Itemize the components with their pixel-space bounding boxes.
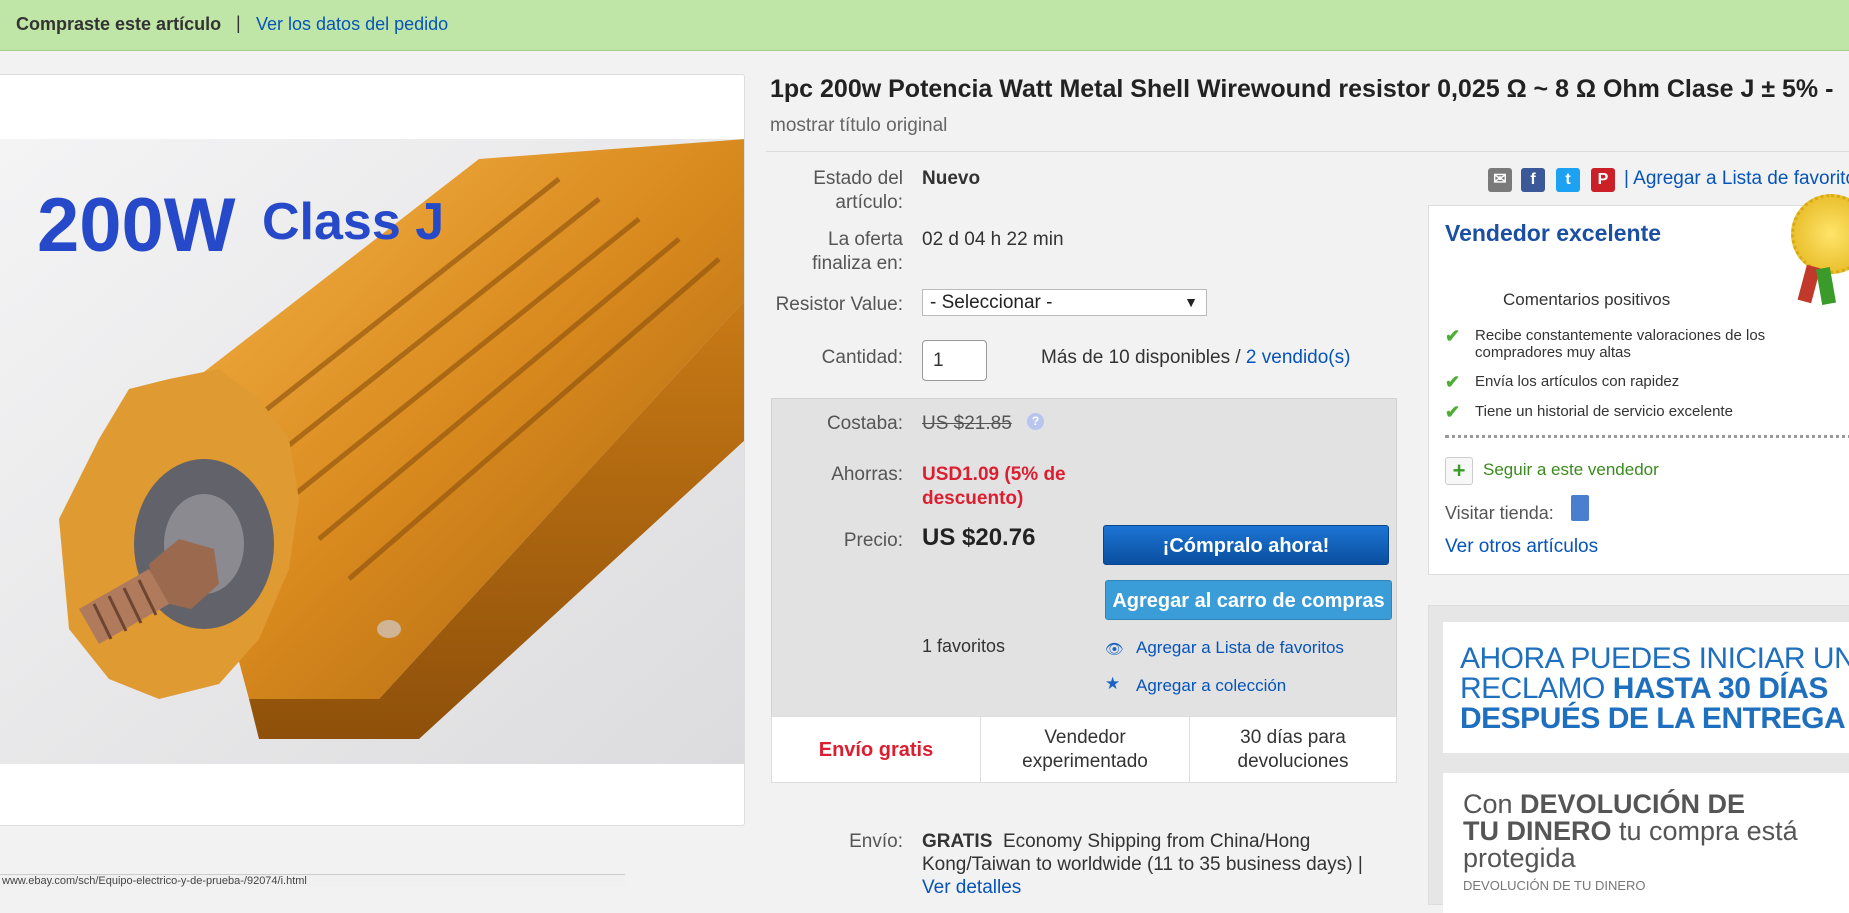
seller-bullet-3: Tiene un historial de servicio excelente [1475, 403, 1733, 420]
was-price-label: Costaba: [826, 413, 903, 434]
savings-label: Ahorras: [831, 464, 903, 485]
separator: | [236, 13, 241, 33]
status-bar-url: www.ebay.com/sch/Equipo-electrico-y-de-p… [0, 874, 625, 887]
add-to-cart-button[interactable]: Agregar al carro de compras [1105, 580, 1392, 620]
price-label: Precio: [843, 530, 903, 551]
check-icon: ✔ [1445, 372, 1461, 392]
top-rated-heading: Vendedor excelente [1445, 220, 1662, 246]
other-items-link[interactable]: Ver otros artículos [1445, 536, 1598, 558]
quantity-label: Cantidad: [821, 347, 903, 368]
watchlist-share-link[interactable]: | Agregar a Lista de favoritos [1624, 168, 1849, 190]
seller-bullet-2: Envía los artículos con rapidez [1475, 373, 1680, 390]
seller-bullet-1: Recibe constantemente valoraciones de lo… [1475, 327, 1766, 361]
divider [766, 151, 1849, 152]
show-original-title-link[interactable]: mostrar título original [770, 115, 947, 136]
watchers-count: 1 favoritos [922, 636, 1006, 656]
claim-text: AHORA PUEDES INICIAR UN RECLAMO HASTA 30… [1460, 642, 1849, 735]
product-image[interactable]: 200W Class J [0, 139, 745, 764]
price-value: US $20.76 [922, 524, 1036, 551]
time-left: 02 d 04 h 22 min [922, 229, 1064, 250]
free-text: GRATIS [922, 831, 993, 852]
follow-plus-icon[interactable]: + [1445, 457, 1473, 485]
visit-store-label: Visitar tienda: [1445, 503, 1554, 523]
top-rated-seal-icon [1791, 194, 1849, 274]
purchased-text: Compraste este artículo [16, 14, 222, 34]
shipping-label: Envío: [849, 831, 903, 852]
sold-link[interactable]: 2 vendido(s) [1246, 347, 1351, 368]
item-title-text: 1pc 200w Potencia Watt Metal Shell Wirew… [770, 75, 1834, 103]
ends-label: La oferta finaliza en: [812, 229, 903, 274]
dropdown-arrow-icon: ▼ [1184, 294, 1198, 310]
highlights-row: Envío gratis Vendedor experimentado 30 d… [771, 716, 1397, 783]
product-image-panel[interactable]: 200W Class J [0, 74, 745, 826]
add-watchlist-link[interactable]: Agregar a Lista de favoritos [1136, 636, 1344, 660]
quantity-input[interactable]: 1 [922, 340, 987, 381]
eye-icon: 👁 [1105, 641, 1125, 658]
free-shipping-badge: Envío gratis [818, 738, 934, 761]
was-price: US $21.85 [922, 413, 1012, 434]
experienced-seller-badge: Vendedor experimentado [980, 717, 1189, 782]
promo-panel: AHORA PUEDES INICIAR UN RECLAMO HASTA 30… [1428, 605, 1849, 913]
select-value: - Seleccionar - [930, 292, 1053, 313]
resistor-value-label: Resistor Value: [775, 294, 903, 315]
item-title: 1pc 200w Potencia Watt Metal Shell Wirew… [770, 72, 1849, 143]
email-icon[interactable]: ✉ [1488, 168, 1512, 192]
view-order-link[interactable]: Ver los datos del pedido [256, 14, 448, 35]
money-back-text: Con DEVOLUCIÓN DE TU DINERO tu compra es… [1463, 789, 1798, 894]
dotted-divider [1445, 435, 1849, 438]
check-icon: ✔ [1445, 326, 1461, 346]
twitter-icon[interactable]: t [1556, 168, 1580, 192]
returns-badge: 30 días para devoluciones [1189, 717, 1396, 782]
facebook-icon[interactable]: f [1521, 168, 1545, 192]
store-icon[interactable] [1571, 495, 1589, 521]
add-collection-link[interactable]: Agregar a colección [1136, 674, 1286, 698]
claim-banner[interactable]: AHORA PUEDES INICIAR UN RECLAMO HASTA 30… [1443, 622, 1849, 753]
positive-feedback: Comentarios positivos [1503, 290, 1671, 309]
image-label-200w: 200W [37, 183, 236, 268]
shipping-details-link[interactable]: Ver detalles [922, 876, 1382, 899]
buy-now-button[interactable]: ¡Cómpralo ahora! [1103, 525, 1389, 565]
resistor-value-select[interactable]: - Seleccionar - ▼ [922, 289, 1207, 316]
availability: Más de 10 disponibles / 2 vendido(s) [1041, 347, 1351, 368]
seller-box: Vendedor excelente Comentarios positivos… [1428, 194, 1849, 575]
image-label-class: Class J [262, 193, 444, 251]
help-icon[interactable]: ? [1027, 413, 1044, 430]
savings-value: USD1.09 (5% de descuento) [922, 464, 1066, 509]
pinterest-icon[interactable]: P [1591, 168, 1615, 192]
money-back-banner[interactable]: Con DEVOLUCIÓN DE TU DINERO tu compra es… [1443, 773, 1849, 913]
condition-value: Nuevo [922, 168, 981, 189]
shipping-details: GRATIS Economy Shipping from China/Hong … [922, 830, 1382, 899]
check-icon: ✔ [1445, 402, 1461, 422]
star-icon: ★ [1105, 674, 1121, 693]
condition-label: Estado del artículo: [813, 168, 903, 213]
follow-seller-link[interactable]: Seguir a este vendedor [1483, 460, 1659, 480]
purchase-notice-bar: Compraste este artículo | Ver los datos … [0, 0, 1849, 51]
